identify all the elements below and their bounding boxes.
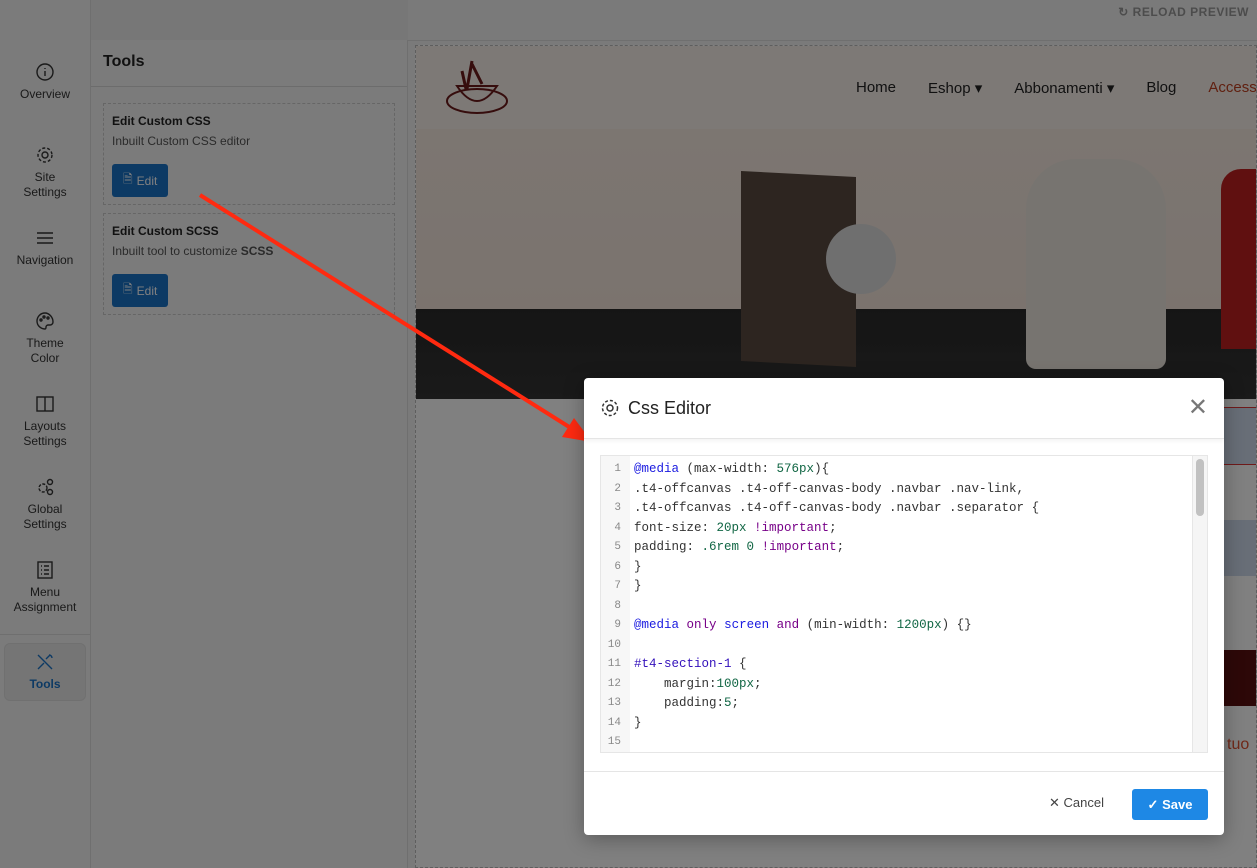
- reload-icon: ↻: [1118, 5, 1133, 19]
- file-edit-icon: 🗎: [123, 172, 133, 186]
- menu-blog[interactable]: Blog: [1146, 79, 1176, 97]
- code-line: 6}: [601, 558, 1207, 578]
- line-number: 14: [607, 716, 621, 729]
- line-number: 9: [614, 619, 621, 631]
- side-nav: Overview Site Settings Navigation Theme …: [0, 0, 91, 868]
- code-text: }: [634, 715, 642, 730]
- line-number: 4: [614, 521, 621, 534]
- line-number: 12: [607, 677, 621, 690]
- line-number: 7: [614, 580, 621, 592]
- tools-panel: Tools Edit Custom CSS Inbuilt Custom CSS…: [91, 40, 408, 868]
- line-number: 5: [614, 541, 621, 553]
- palette-icon: [36, 312, 54, 330]
- code-line: 10: [601, 636, 1207, 656]
- check-icon: ✓: [1147, 796, 1163, 812]
- code-line: 13 padding:5;: [601, 694, 1207, 714]
- columns-icon: [36, 396, 54, 412]
- line-number: 15: [607, 736, 621, 748]
- code-text: padding:5;: [634, 696, 740, 710]
- code-line: 12 margin:100px;: [601, 675, 1207, 695]
- code-text: #t4-section-1 {: [634, 657, 747, 671]
- close-icon[interactable]: ✕: [1188, 396, 1208, 420]
- list-icon: [37, 561, 53, 579]
- code-text: @media (max-width: 576px){: [634, 462, 830, 476]
- code-line: 3 .t4-offcanvas .t4-off-canvas-body .navb…: [601, 499, 1207, 519]
- menu-abbonamenti[interactable]: Abbonamenti ▾: [1014, 79, 1114, 97]
- modal-title: Css Editor: [628, 397, 712, 418]
- line-number: 13: [607, 697, 621, 709]
- nav-menu-assignment[interactable]: Menu Assignment: [0, 560, 90, 643]
- tools-title: Tools: [91, 40, 407, 87]
- code-line: 5 padding: .6rem 0 !important;: [601, 538, 1207, 558]
- code-text: .t4-offcanvas .t4-off-canvas-body .navba…: [634, 481, 1025, 496]
- site-logo: [446, 60, 508, 114]
- menu-accesso[interactable]: Accesso: [1208, 79, 1257, 97]
- css-editor-modal: Css Editor ✕ 1 @media (max-width: 576px){…: [584, 378, 1224, 835]
- nav-layouts-settings[interactable]: Layouts Settings: [0, 394, 90, 477]
- reload-preview-button[interactable]: ↻ RELOAD PREVIEW: [1118, 5, 1249, 19]
- menu-eshop[interactable]: Eshop ▾: [928, 79, 982, 97]
- line-number: 3: [614, 502, 621, 514]
- line-number: 6: [614, 560, 621, 573]
- card-custom-scss: Edit Custom SCSS Inbuilt tool to customi…: [103, 213, 395, 315]
- nav-tools[interactable]: Tools: [4, 643, 86, 701]
- menu-icon: [37, 232, 53, 244]
- card-custom-css: Edit Custom CSS Inbuilt Custom CSS edito…: [103, 103, 395, 205]
- tools-icon: [37, 654, 53, 670]
- line-number: 10: [607, 638, 621, 651]
- x-icon: ✕: [1049, 795, 1064, 810]
- site-menu: Home Eshop ▾ Abbonamenti ▾ Blog Accesso: [856, 79, 1257, 97]
- code-line: 11 #t4-section-1 {: [601, 655, 1207, 675]
- nav-theme-color[interactable]: Theme Color: [0, 311, 90, 394]
- code-text: margin:100px;: [634, 676, 762, 691]
- line-number: 2: [614, 482, 621, 495]
- code-line: 4 font-size: 20px !important;: [601, 519, 1207, 539]
- code-text: @media only screen and (min-width: 1200p…: [634, 618, 972, 632]
- nav-navigation[interactable]: Navigation: [0, 228, 90, 311]
- save-button[interactable]: ✓ Save: [1132, 789, 1208, 820]
- code-line: 1 @media (max-width: 576px){: [601, 460, 1207, 480]
- hero-image: [416, 129, 1256, 399]
- code-text: }: [634, 559, 642, 574]
- code-line: 7}: [601, 577, 1207, 597]
- code-line: 8: [601, 597, 1207, 617]
- css-code-editor[interactable]: 1 @media (max-width: 576px){ 2 .t4-offcanva…: [600, 455, 1208, 753]
- gear-icon: [37, 147, 53, 163]
- nav-site-settings[interactable]: Site Settings: [0, 145, 90, 228]
- nav-global-settings[interactable]: Global Settings: [0, 477, 90, 560]
- menu-home[interactable]: Home: [856, 79, 896, 97]
- code-line: 15: [601, 733, 1207, 752]
- editor-scrollbar[interactable]: [1192, 456, 1207, 752]
- code-line: 9 @media only screen and (min-width: 1200…: [601, 616, 1207, 636]
- line-number: 11: [607, 658, 621, 670]
- cancel-button[interactable]: ✕ Cancel: [1049, 795, 1104, 811]
- edit-scss-button[interactable]: 🗎 Edit: [112, 274, 169, 307]
- code-line: 2 .t4-offcanvas .t4-off-canvas-body .navb…: [601, 480, 1207, 500]
- edit-css-button[interactable]: 🗎 Edit: [112, 164, 169, 197]
- nav-overview[interactable]: Overview: [0, 62, 90, 145]
- code-text: .t4-offcanvas .t4-off-canvas-body .navba…: [634, 501, 1040, 515]
- line-number: 1: [614, 463, 621, 475]
- code-text: padding: .6rem 0 !important;: [634, 540, 845, 554]
- gear-icon: [601, 399, 619, 417]
- gears-icon: [38, 478, 54, 496]
- info-icon: [36, 63, 54, 81]
- line-number: 8: [614, 599, 621, 612]
- code-line: 14}: [601, 714, 1207, 734]
- code-text: font-size: 20px !important;: [634, 520, 837, 535]
- file-edit-icon: 🗎: [123, 282, 133, 296]
- code-text: }: [634, 579, 642, 593]
